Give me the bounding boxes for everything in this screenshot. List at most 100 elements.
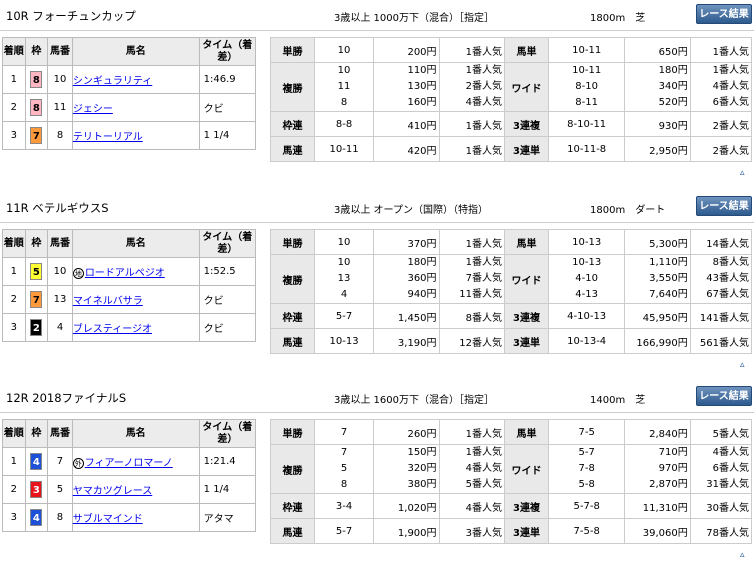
frame-number-badge: 7: [30, 127, 43, 144]
payout-amount: 1,450円: [373, 303, 440, 329]
bet-type-label: 複勝: [269, 254, 316, 304]
payout-row: 馬連 5-7 1,900円 3番人気 3連単 7-5-8 39,060円 78番人気: [269, 518, 753, 544]
payout-table: 単勝 10 200円 1番人気 馬単 10-11 650円 1番人気 複勝 10 11 8 110円 13…: [269, 37, 753, 162]
column-header: 馬番: [47, 37, 73, 66]
frame-number-badge: 4: [30, 453, 43, 470]
column-header: 馬番: [47, 419, 73, 448]
bet-type-label: ワイド: [504, 444, 550, 494]
payout-line: 5: [340, 463, 348, 474]
payout-line: 8番人気: [712, 257, 749, 268]
payout-line: 2番人気: [465, 81, 503, 92]
race-result-button[interactable]: レース結果: [696, 386, 752, 406]
frame-cell: 3: [24, 475, 49, 504]
horse-number: 11: [47, 93, 73, 122]
payout-line: 8-10: [575, 81, 598, 92]
horse-name-link[interactable]: テリトーリアル: [73, 132, 143, 143]
back-to-top-icon[interactable]: ▵: [740, 360, 745, 370]
column-header: 馬名: [71, 37, 200, 66]
payout-row: 枠連 3-4 1,020円 4番人気 3連複 5-7-8 11,310円 30番人気: [269, 493, 753, 519]
bet-type-label: 枠連: [269, 493, 316, 519]
bet-type-label: 複勝: [269, 62, 316, 112]
frame-cell: 4: [24, 447, 49, 476]
finish-time: 1 1/4: [198, 475, 257, 504]
bet-type-label: 馬単: [504, 419, 550, 445]
horse-name-link[interactable]: マイネルバサラ: [73, 296, 143, 307]
payout-list: 10-13 4-10 4-13: [548, 254, 626, 304]
table-row: 1 8 10 シンギュラリティ 1:46.9: [2, 65, 257, 94]
popularity: 2番人気: [689, 136, 753, 162]
payout-amount: 45,950円: [624, 303, 691, 329]
combination: 10-11: [314, 136, 375, 162]
payout-amount: 260円: [373, 419, 440, 445]
race-result-button[interactable]: レース結果: [696, 196, 752, 216]
combination: 5-7-8: [548, 493, 626, 519]
payout-list: 1番人気 4番人気 5番人気: [438, 444, 506, 494]
payout-table: 単勝 7 260円 1番人気 馬単 7-5 2,840円 5番人気 複勝 7 5 8 150円 320円 3…: [269, 419, 753, 544]
popularity: 12番人気: [438, 328, 506, 354]
horse-name-cell: 地ロードアルペジオ: [71, 257, 200, 286]
bet-type-label: 3連単: [504, 518, 550, 544]
payout-line: 10: [337, 65, 351, 76]
horse-number: 4: [47, 313, 73, 342]
popularity: 4番人気: [438, 493, 506, 519]
race-conditions: 3歳以上 オープン（国際）（特指）: [334, 205, 488, 216]
bet-type-label: ワイド: [504, 62, 550, 112]
popularity: 1番人気: [438, 136, 506, 162]
table-row: 2 8 11 ジェシー クビ: [2, 93, 257, 122]
horse-name-link[interactable]: シンギュラリティ: [73, 76, 152, 87]
payout-line: 13: [337, 273, 351, 284]
frame-cell: 7: [24, 285, 49, 314]
payout-line: 8: [340, 97, 348, 108]
combination: 7-5: [548, 419, 626, 445]
popularity: 141番人気: [689, 303, 753, 329]
back-to-top-icon[interactable]: ▵: [740, 550, 745, 560]
race-block: 11R ベテルギウスS 3歳以上 オープン（国際）（特指） 1800m ダート レース…: [0, 192, 754, 372]
race-result-button[interactable]: レース結果: [696, 4, 752, 24]
popularity: 78番人気: [689, 518, 753, 544]
payout-list: 5-7 7-8 5-8: [548, 444, 626, 494]
payout-line: 2,870円: [649, 479, 688, 490]
finish-time: クビ: [198, 313, 257, 342]
combination: 10: [314, 229, 375, 255]
table-row: 2 3 5 ヤマカツグレース 1 1/4: [2, 475, 257, 504]
frame-cell: 8: [24, 93, 49, 122]
bet-type-label: 枠連: [269, 111, 316, 137]
horse-name-cell: サブルマインド: [71, 503, 200, 532]
combination: 10: [314, 37, 375, 63]
bet-type-label: 3連複: [504, 303, 550, 329]
bet-type-label: 単勝: [269, 37, 316, 63]
race-conditions: 3歳以上 1600万下（混合）［指定］: [334, 395, 494, 406]
payout-amount: 2,840円: [624, 419, 691, 445]
horse-name-link[interactable]: サブルマインド: [73, 514, 143, 525]
payout-line: 110円: [407, 65, 437, 76]
horse-name-link[interactable]: ジェシー: [73, 104, 113, 115]
bet-type-label: 3連複: [504, 493, 550, 519]
bet-type-label: 馬単: [504, 37, 550, 63]
column-header: 着順: [2, 37, 26, 66]
bet-type-label: 3連単: [504, 328, 550, 354]
horse-name-link[interactable]: フィアーノロマーノ: [85, 458, 173, 469]
payout-line: 1,110円: [649, 257, 688, 268]
payout-line: 340円: [658, 81, 688, 92]
payout-line: 4番人気: [465, 97, 503, 108]
table-row: 2 7 13 マイネルバサラ クビ: [2, 285, 257, 314]
payout-line: 710円: [658, 447, 688, 458]
popularity: 5番人気: [689, 419, 753, 445]
column-header: 着順: [2, 229, 26, 258]
race-name: 10R フォーチュンカップ: [6, 9, 136, 23]
horse-name-link[interactable]: ヤマカツグレース: [73, 486, 153, 497]
popularity: 3番人気: [438, 518, 506, 544]
payout-row: 馬連 10-11 420円 1番人気 3連単 10-11-8 2,950円 2番人気: [269, 136, 753, 162]
popularity: 8番人気: [438, 303, 506, 329]
finish-position: 1: [2, 65, 26, 94]
finish-time: 1:21.4: [198, 447, 257, 476]
table-row: 3 4 8 サブルマインド アタマ: [2, 503, 257, 532]
horse-name-link[interactable]: ブレスティージオ: [73, 324, 152, 335]
payout-line: 160円: [407, 97, 437, 108]
horse-name-link[interactable]: ロードアルペジオ: [85, 268, 165, 279]
race-header: 11R ベテルギウスS 3歳以上 オープン（国際）（特指） 1800m ダート レース…: [0, 192, 754, 223]
payout-line: 1番人気: [465, 447, 503, 458]
payout-line: 3,550円: [649, 273, 688, 284]
back-to-top-icon[interactable]: ▵: [740, 168, 745, 178]
race-block: 10R フォーチュンカップ 3歳以上 1000万下（混合）［指定］ 1800m 芝 レ…: [0, 0, 754, 180]
